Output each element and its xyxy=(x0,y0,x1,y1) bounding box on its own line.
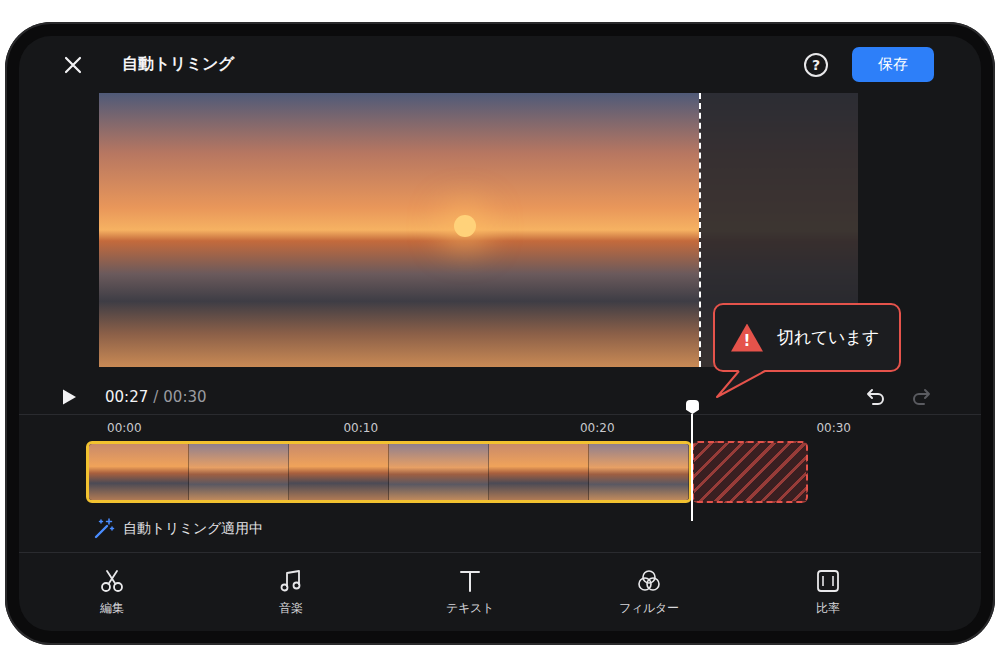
bottom-toolbar: 編集 音楽 テキスト フィルター 比率 xyxy=(19,553,981,631)
play-button[interactable] xyxy=(60,388,78,406)
scissors-icon xyxy=(99,568,125,594)
close-button[interactable] xyxy=(63,55,83,75)
undo-button[interactable] xyxy=(865,387,887,407)
warning-tooltip: ! 切れています xyxy=(713,303,901,372)
close-icon xyxy=(63,55,83,75)
toolbar-item[interactable]: 音楽 xyxy=(201,562,380,623)
toolbar-label: 編集 xyxy=(100,600,124,617)
preview-image xyxy=(454,215,476,237)
playhead[interactable] xyxy=(685,400,699,521)
toolbar-label: 音楽 xyxy=(279,600,303,617)
play-icon xyxy=(60,388,78,406)
toolbar-item[interactable]: 比率 xyxy=(738,562,917,623)
clip-thumbnail xyxy=(189,444,289,500)
playback-bar: 00:27 / 00:30 xyxy=(19,380,981,414)
ruler-tick: 00:30 xyxy=(816,421,851,435)
redo-button[interactable] xyxy=(910,387,932,407)
clip-thumbnail xyxy=(389,444,489,500)
clip-thumbnail xyxy=(489,444,589,500)
filter-icon xyxy=(636,568,662,594)
time-separator: / xyxy=(153,388,158,406)
undo-icon xyxy=(865,387,887,407)
toolbar-item[interactable]: フィルター xyxy=(559,562,738,623)
editor-screen: 自動トリミング?保存00:27/00:30!切れています00:0000:1000… xyxy=(19,36,981,631)
cut-region xyxy=(692,441,808,503)
toolbar-label: テキスト xyxy=(446,600,494,617)
help-button[interactable]: ? xyxy=(804,53,828,77)
kept-clip[interactable] xyxy=(86,441,692,503)
total-time: 00:30 xyxy=(163,388,206,406)
aspect-ratio-icon xyxy=(815,568,841,594)
toolbar-item[interactable]: 編集 xyxy=(22,562,201,623)
toolbar-label: 比率 xyxy=(816,600,840,617)
ruler-tick: 00:00 xyxy=(107,421,142,435)
warning-icon: ! xyxy=(731,324,763,352)
page: 自動トリミング?保存00:27/00:30!切れています00:0000:1000… xyxy=(0,0,1000,667)
clip-thumbnail xyxy=(89,444,189,500)
top-bar: 自動トリミング? 保存 xyxy=(19,36,981,93)
time-display: 00:27 / 00:30 xyxy=(105,388,207,406)
save-button[interactable]: 保存 xyxy=(852,47,934,82)
warning-text: 切れています xyxy=(777,326,879,349)
magic-wand-icon xyxy=(93,518,115,540)
ruler-tick: 00:20 xyxy=(580,421,615,435)
ruler-tick: 00:10 xyxy=(343,421,378,435)
timeline: 00:00 00:10 00:20 00:30 自動トリミング適用中 xyxy=(19,415,981,552)
time-ruler: 00:00 00:10 00:20 00:30 xyxy=(19,415,981,441)
text-icon xyxy=(457,568,483,594)
clip-thumbnail xyxy=(589,444,689,500)
status-text: 自動トリミング適用中 xyxy=(123,520,263,538)
auto-trim-status: 自動トリミング適用中 xyxy=(19,514,981,544)
clip-thumbnail xyxy=(289,444,389,500)
current-time: 00:27 xyxy=(105,388,148,406)
music-note-icon xyxy=(278,568,304,594)
toolbar-item[interactable]: テキスト xyxy=(380,562,559,623)
clip-strip[interactable] xyxy=(86,441,808,503)
player: 00:27 / 00:30! 切れています xyxy=(19,93,981,414)
tablet-frame: 自動トリミング?保存00:27/00:30!切れています00:0000:1000… xyxy=(5,22,995,645)
toolbar-label: フィルター xyxy=(619,600,679,617)
redo-icon xyxy=(910,387,932,407)
tooltip-tail xyxy=(715,370,769,400)
screen-title: 自動トリミング xyxy=(122,54,234,75)
